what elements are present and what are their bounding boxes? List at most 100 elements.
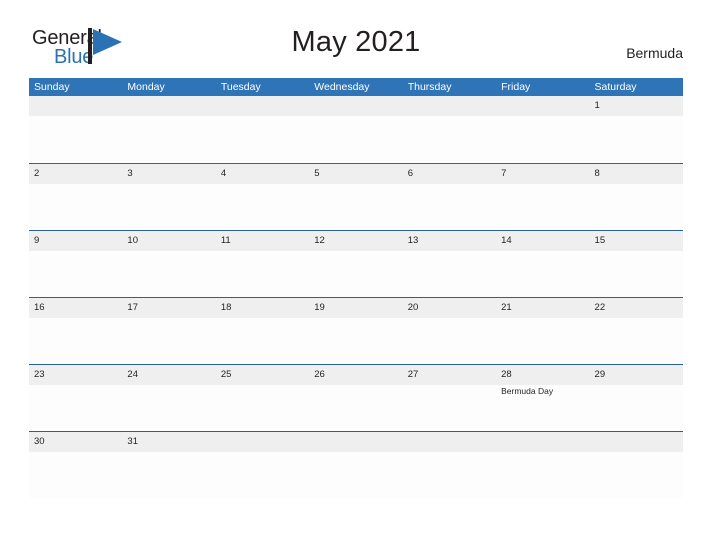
day-number[interactable] [216, 96, 309, 116]
day-number[interactable]: 31 [122, 432, 215, 452]
day-event[interactable] [216, 318, 309, 364]
day-number[interactable]: 5 [309, 164, 402, 184]
day-number[interactable] [122, 96, 215, 116]
day-event[interactable] [403, 116, 496, 162]
week-date-band: 2 3 4 5 6 7 8 [29, 164, 683, 184]
day-event[interactable] [590, 452, 683, 498]
day-event[interactable] [122, 251, 215, 297]
day-event-bermuda-day[interactable]: Bermuda Day [496, 385, 589, 431]
day-number[interactable] [496, 432, 589, 452]
day-event[interactable] [403, 251, 496, 297]
day-number[interactable]: 9 [29, 231, 122, 251]
day-number[interactable]: 27 [403, 365, 496, 385]
weekday-header-friday: Friday [501, 81, 531, 93]
day-event[interactable] [496, 251, 589, 297]
week-event-band [29, 318, 683, 364]
week-event-band [29, 251, 683, 297]
day-event[interactable] [122, 116, 215, 162]
day-number[interactable]: 7 [496, 164, 589, 184]
day-event[interactable] [216, 452, 309, 498]
day-number[interactable]: 2 [29, 164, 122, 184]
day-number[interactable]: 12 [309, 231, 402, 251]
day-number[interactable]: 3 [122, 164, 215, 184]
day-number[interactable] [403, 96, 496, 116]
day-event[interactable] [496, 116, 589, 162]
week-date-band: 30 31 [29, 432, 683, 452]
day-number[interactable]: 6 [403, 164, 496, 184]
day-number[interactable]: 29 [590, 365, 683, 385]
day-number[interactable]: 30 [29, 432, 122, 452]
day-event[interactable] [122, 452, 215, 498]
day-event[interactable] [496, 318, 589, 364]
day-event[interactable] [122, 318, 215, 364]
day-number[interactable]: 24 [122, 365, 215, 385]
day-number[interactable] [309, 96, 402, 116]
day-number[interactable] [403, 432, 496, 452]
day-event[interactable] [29, 116, 122, 162]
day-event[interactable] [29, 318, 122, 364]
day-event[interactable] [590, 385, 683, 431]
day-event[interactable] [403, 184, 496, 230]
day-event[interactable] [309, 452, 402, 498]
weekday-header-tuesday: Tuesday [220, 81, 261, 93]
week-date-band: 16 17 18 19 20 21 22 [29, 298, 683, 318]
week-event-band [29, 116, 683, 162]
day-number[interactable]: 1 [590, 96, 683, 116]
day-number[interactable]: 25 [216, 365, 309, 385]
day-number[interactable]: 22 [590, 298, 683, 318]
day-number[interactable]: 18 [216, 298, 309, 318]
day-event[interactable] [309, 318, 402, 364]
day-event[interactable] [403, 452, 496, 498]
day-number[interactable] [309, 432, 402, 452]
week-date-band: 23 24 25 26 27 28 29 [29, 365, 683, 385]
day-event[interactable] [309, 251, 402, 297]
day-event[interactable] [29, 251, 122, 297]
day-event[interactable] [590, 251, 683, 297]
weekday-header-monday: Monday [127, 81, 165, 93]
day-number[interactable]: 26 [309, 365, 402, 385]
day-number[interactable]: 15 [590, 231, 683, 251]
day-number[interactable]: 8 [590, 164, 683, 184]
week-row: 2 3 4 5 6 7 8 [29, 163, 683, 230]
day-number[interactable] [29, 96, 122, 116]
day-event[interactable] [590, 116, 683, 162]
day-event[interactable] [216, 116, 309, 162]
day-event[interactable] [216, 251, 309, 297]
day-number[interactable]: 10 [122, 231, 215, 251]
day-event[interactable] [309, 184, 402, 230]
day-event[interactable] [496, 184, 589, 230]
day-number[interactable]: 13 [403, 231, 496, 251]
day-number[interactable] [216, 432, 309, 452]
day-number[interactable]: 17 [122, 298, 215, 318]
day-event[interactable] [216, 184, 309, 230]
day-number[interactable]: 11 [216, 231, 309, 251]
day-number[interactable] [590, 432, 683, 452]
day-number[interactable]: 14 [496, 231, 589, 251]
day-event[interactable] [496, 452, 589, 498]
day-event[interactable] [403, 318, 496, 364]
day-event[interactable] [122, 184, 215, 230]
day-number[interactable]: 23 [29, 365, 122, 385]
day-event[interactable] [216, 385, 309, 431]
week-row: 9 10 11 12 13 14 15 [29, 230, 683, 297]
day-number[interactable]: 19 [309, 298, 402, 318]
day-event[interactable] [590, 318, 683, 364]
day-event[interactable] [122, 385, 215, 431]
week-event-band [29, 452, 683, 498]
day-number[interactable]: 28 [496, 365, 589, 385]
day-number[interactable] [496, 96, 589, 116]
day-event[interactable] [590, 184, 683, 230]
day-event[interactable] [309, 385, 402, 431]
day-event[interactable] [403, 385, 496, 431]
day-event[interactable] [29, 184, 122, 230]
calendar-grid: Sunday Monday Tuesday Wednesday Thursday… [29, 78, 683, 498]
day-number[interactable]: 20 [403, 298, 496, 318]
day-number[interactable]: 4 [216, 164, 309, 184]
day-event[interactable] [29, 385, 122, 431]
day-event[interactable] [309, 116, 402, 162]
day-number[interactable]: 16 [29, 298, 122, 318]
day-event[interactable] [29, 452, 122, 498]
day-number[interactable]: 21 [496, 298, 589, 318]
week-row: 23 24 25 26 27 28 29 Bermuda Day [29, 364, 683, 431]
week-row: 16 17 18 19 20 21 22 [29, 297, 683, 364]
